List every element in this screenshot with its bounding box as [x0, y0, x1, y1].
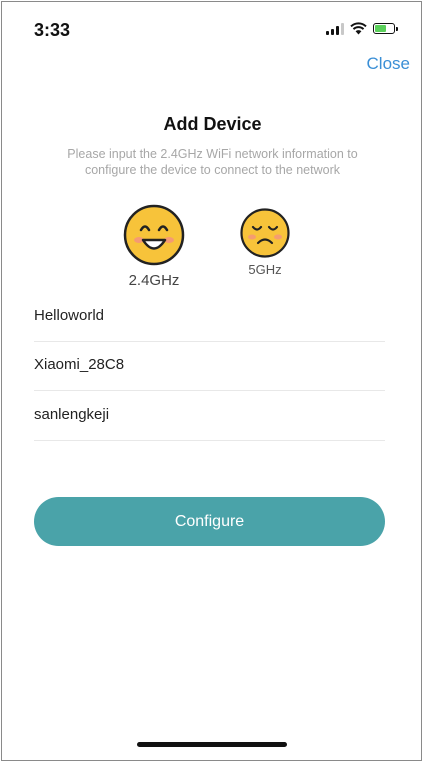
- wifi-password-input[interactable]: [34, 402, 385, 426]
- close-button[interactable]: Close: [367, 54, 410, 74]
- cellular-signal-icon: [326, 22, 344, 35]
- router-name-field: [34, 343, 385, 391]
- wifi-ssid-input[interactable]: [34, 303, 385, 327]
- sad-face-icon: [240, 208, 290, 258]
- band-option-5ghz[interactable]: 5GHz: [234, 207, 296, 277]
- smile-face-icon: [123, 204, 185, 266]
- status-icons: [326, 22, 398, 35]
- band-label-2-4ghz: 2.4GHz: [128, 272, 180, 289]
- wifi-name-field: [34, 294, 385, 342]
- wifi-icon: [350, 22, 367, 35]
- instructions-text: Please input the 2.4GHz WiFi network inf…: [67, 147, 358, 177]
- router-ssid-input[interactable]: [34, 352, 385, 376]
- page-title: Add Device: [163, 114, 262, 134]
- home-indicator[interactable]: [137, 742, 287, 747]
- password-field: [34, 393, 385, 441]
- battery-charging-icon: [373, 23, 398, 34]
- configure-button[interactable]: Configure: [34, 497, 385, 546]
- band-option-2-4ghz[interactable]: 2.4GHz: [118, 203, 190, 289]
- band-label-5ghz: 5GHz: [248, 262, 282, 277]
- status-time: 3:33: [34, 20, 71, 40]
